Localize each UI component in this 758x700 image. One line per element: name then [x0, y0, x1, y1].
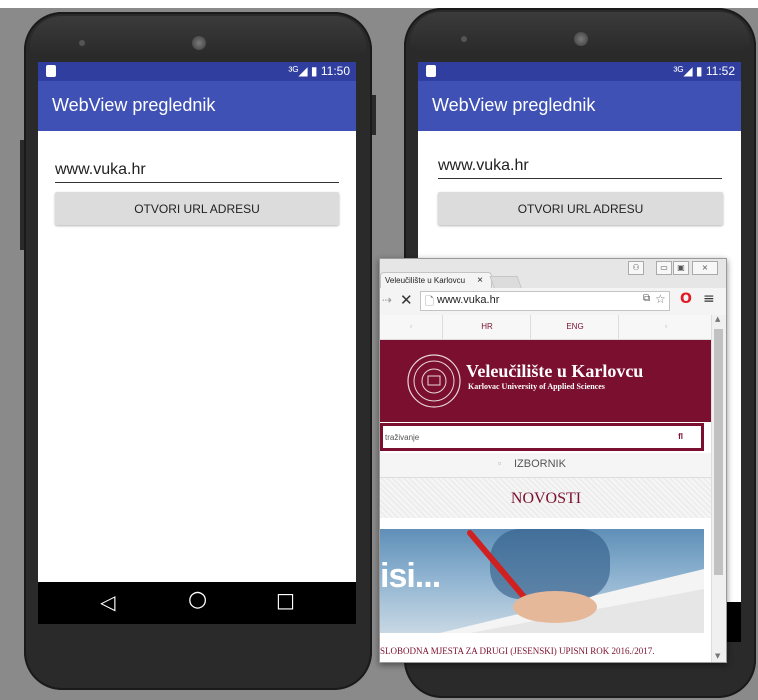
translate-icon[interactable]: ⧉	[643, 293, 650, 304]
site-search[interactable]: traživanje fl	[380, 423, 704, 451]
web-page: ▫ HR ENG ▫ Veleučilište u Karlovcu Karlo…	[380, 315, 712, 662]
lang-hr[interactable]: HR	[442, 315, 531, 339]
lang-cell-icon[interactable]: ▫	[618, 315, 712, 339]
bookmark-star-icon[interactable]: ☆	[655, 292, 666, 306]
open-url-button[interactable]: OTVORI URL ADRESU	[438, 192, 723, 225]
close-window-icon[interactable]: ⨯	[692, 261, 718, 275]
navigation-bar: ◁ ○ □	[38, 582, 356, 624]
front-camera	[574, 32, 588, 46]
stop-icon[interactable]: ✕	[400, 291, 413, 309]
url-input[interactable]	[55, 158, 339, 183]
page-icon: 🗋	[425, 296, 434, 308]
browser-toolbar: ⇢ ✕ 🗋 www.vuka.hr ⧉ ☆ O ≡	[380, 288, 726, 316]
home-icon[interactable]: ○	[188, 587, 207, 612]
university-subtitle: Karlovac University of Applied Sciences	[468, 382, 605, 391]
left-phone: ³ᴳ◢ ▮ 11:50 WebView preglednik OTVORI UR…	[24, 12, 372, 690]
profile-icon[interactable]: ⚇	[628, 261, 644, 275]
hero-text: isi...	[380, 557, 441, 595]
opera-icon[interactable]: O	[680, 291, 692, 307]
top-margin	[0, 0, 758, 8]
app-bar: WebView preglednik	[418, 81, 741, 131]
sim-icon	[426, 65, 436, 77]
search-icon[interactable]: fl	[678, 432, 683, 441]
signal-battery-icons: ³ᴳ◢ ▮	[673, 64, 706, 78]
address-bar[interactable]: 🗋 www.vuka.hr ⧉ ☆	[420, 291, 670, 311]
scroll-up-icon[interactable]: ▲	[715, 315, 720, 323]
url-input[interactable]	[438, 154, 722, 179]
left-phone-volume-button	[20, 140, 24, 250]
proximity-sensor	[461, 36, 467, 42]
left-phone-power-button	[372, 95, 376, 135]
minimize-icon[interactable]: ▭	[656, 261, 672, 275]
news-header: NOVOSTI	[380, 478, 712, 518]
browser-window: Veleučilište u Karlovcu × ⚇ ▭ ▣ ⨯ ⇢ ✕ 🗋 …	[379, 258, 727, 663]
tab-title: Veleučilište u Karlovcu	[385, 276, 466, 285]
forward-icon[interactable]: ⇢	[382, 293, 392, 307]
language-bar: ▫ HR ENG ▫	[380, 315, 712, 340]
status-time: ³ᴳ◢ ▮ 11:50	[288, 64, 350, 78]
news-hero-image[interactable]: isi...	[380, 529, 704, 633]
university-seal-icon	[407, 354, 461, 408]
scroll-down-icon[interactable]: ▼	[715, 652, 720, 660]
menu-label: IZBORNIK	[514, 458, 566, 470]
search-placeholder: traživanje	[385, 433, 420, 442]
proximity-sensor	[79, 40, 85, 46]
recents-icon[interactable]: □	[276, 588, 295, 612]
address-text: www.vuka.hr	[437, 294, 500, 306]
maximize-icon[interactable]: ▣	[673, 261, 689, 275]
menu-icon[interactable]: ≡	[703, 291, 715, 307]
university-banner: Veleučilište u Karlovcu Karlovac Univers…	[380, 340, 712, 422]
left-phone-screen: ³ᴳ◢ ▮ 11:50 WebView preglednik OTVORI UR…	[38, 62, 356, 582]
news-item-link[interactable]: SLOBODNA MJESTA ZA DRUGI (JESENSKI) UPIS…	[380, 646, 655, 656]
tab-close-icon[interactable]: ×	[477, 275, 483, 286]
menu-icon: ▫	[498, 458, 502, 468]
lang-eng[interactable]: ENG	[530, 315, 619, 339]
sim-icon	[46, 65, 56, 77]
news-heading: NOVOSTI	[510, 490, 582, 507]
scrollbar-thumb[interactable]	[714, 329, 723, 575]
signal-battery-icons: ³ᴳ◢ ▮	[288, 64, 321, 78]
scrollbar[interactable]: ▲ ▼	[711, 315, 726, 662]
app-title: WebView preglednik	[432, 95, 596, 115]
status-bar: ³ᴳ◢ ▮ 11:50	[38, 62, 356, 81]
lang-cell-icon[interactable]: ▫	[380, 315, 442, 339]
open-url-button[interactable]: OTVORI URL ADRESU	[55, 192, 339, 225]
app-title: WebView preglednik	[52, 95, 216, 115]
tab-strip: Veleučilište u Karlovcu × ⚇ ▭ ▣ ⨯	[380, 259, 726, 290]
front-camera	[192, 36, 206, 50]
status-time: ³ᴳ◢ ▮ 11:52	[673, 64, 735, 78]
university-name: Veleučilište u Karlovcu	[466, 361, 644, 381]
back-icon[interactable]: ◁	[100, 590, 115, 614]
app-bar: WebView preglednik	[38, 81, 356, 131]
status-bar: ³ᴳ◢ ▮ 11:52	[418, 62, 741, 81]
site-menu[interactable]: ▫ IZBORNIK	[380, 453, 712, 478]
